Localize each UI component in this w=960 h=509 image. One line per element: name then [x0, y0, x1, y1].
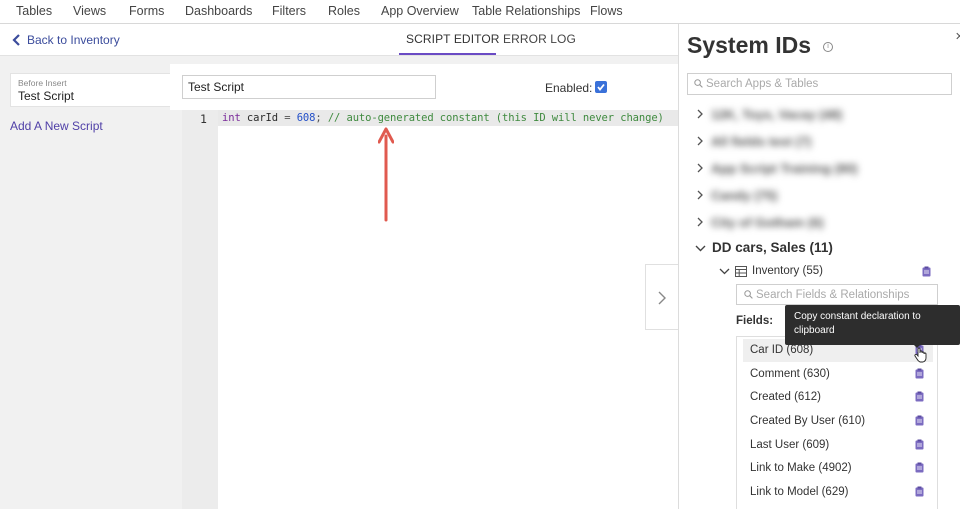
tab-error-log[interactable]: ERROR LOG	[503, 32, 576, 46]
clipboard-icon[interactable]	[915, 391, 924, 402]
hand-cursor-icon	[914, 347, 927, 363]
script-name-label: Test Script	[18, 89, 75, 103]
app-tree-item[interactable]: City of Gotham (6)	[695, 212, 824, 232]
search-icon	[694, 79, 703, 88]
panel-toggle-button[interactable]	[645, 264, 679, 330]
info-icon[interactable]: i	[823, 42, 833, 52]
script-name-input[interactable]	[182, 75, 436, 99]
table-name: Inventory (55)	[752, 265, 823, 277]
code-variable: carId	[240, 112, 279, 124]
code-comment: // auto-generated constant (this ID will…	[327, 112, 664, 124]
panel-title: System IDs	[687, 32, 812, 58]
editor-header: Back to Inventory SCRIPT EDITOR ERROR LO…	[0, 24, 678, 56]
top-nav: Tables Views Forms Dashboards Filters Ro…	[0, 0, 960, 24]
nav-roles[interactable]: Roles	[328, 4, 360, 18]
code-semicolon: ;	[315, 112, 328, 124]
app-name: App Script Training (80)	[711, 160, 858, 176]
caret-right-icon	[697, 190, 703, 200]
nav-tables[interactable]: Tables	[16, 4, 52, 18]
checkmark-icon	[597, 83, 605, 91]
field-row[interactable]: Last User (609)	[743, 434, 933, 457]
clipboard-icon[interactable]	[915, 415, 924, 426]
code-line: int carId = 608; // auto-generated const…	[222, 112, 664, 124]
script-list-item[interactable]: Before Insert Test Script	[10, 73, 170, 107]
app-tree-item[interactable]: Candy (75)	[695, 185, 777, 205]
clipboard-icon[interactable]	[915, 462, 924, 473]
clipboard-icon[interactable]	[915, 439, 924, 450]
back-link-label: Back to Inventory	[27, 33, 120, 47]
app-name: Candy (75)	[711, 187, 778, 203]
code-editor[interactable]: 1 int carId = 608; // auto-generated con…	[182, 110, 678, 509]
clipboard-icon[interactable]	[922, 266, 931, 277]
app-tree-item[interactable]: App Script Training (80)	[695, 158, 858, 178]
search-apps-input[interactable]: Search Apps & Tables	[687, 73, 952, 95]
code-operator: =	[278, 112, 297, 124]
field-row[interactable]: Link to Make (4902)	[743, 457, 933, 480]
nav-views[interactable]: Views	[73, 4, 106, 18]
caret-right-icon	[697, 136, 703, 146]
field-name: Last User (609)	[750, 439, 830, 451]
nav-dashboards[interactable]: Dashboards	[185, 4, 252, 18]
caret-right-icon	[697, 163, 703, 173]
field-row[interactable]: Created By User (610)	[743, 410, 933, 433]
chevron-left-icon	[12, 34, 20, 46]
back-link[interactable]: Back to Inventory	[12, 33, 120, 47]
add-script-link[interactable]: Add A New Script	[10, 119, 103, 133]
enabled-label: Enabled:	[545, 81, 593, 95]
app-tree-item-open[interactable]: DD cars, Sales (11)	[695, 240, 833, 255]
field-row[interactable]: Created (612)	[743, 386, 933, 409]
search-fields-placeholder: Search Fields & Relationships	[756, 289, 910, 301]
search-icon	[744, 290, 753, 299]
app-name-open: DD cars, Sales (11)	[712, 240, 833, 255]
app-tree-item[interactable]: All fields test (7)	[695, 131, 811, 151]
nav-filters[interactable]: Filters	[272, 4, 306, 18]
field-name: Created By User (610)	[750, 415, 866, 427]
caret-right-icon	[697, 217, 703, 227]
field-row[interactable]: Comment (630)	[743, 363, 933, 386]
field-name: Car ID (608)	[750, 344, 814, 356]
nav-flows[interactable]: Flows	[590, 4, 623, 18]
table-tree-item[interactable]: Inventory (55)	[719, 262, 935, 280]
close-icon[interactable]: ✕	[955, 30, 960, 43]
app-tree-item[interactable]: 12K, Toys, Vacay (48)	[695, 104, 842, 124]
nav-app-overview[interactable]: App Overview	[381, 4, 459, 18]
chevron-right-icon	[658, 291, 666, 305]
code-keyword: int	[222, 112, 241, 124]
fields-heading: Fields:	[736, 315, 774, 327]
line-gutter: 1	[182, 110, 218, 509]
line-number: 1	[200, 112, 207, 126]
caret-right-icon	[697, 109, 703, 119]
field-name: Created (612)	[750, 391, 821, 403]
system-ids-panel: System IDs i ✕ Search Apps & Tables 12K,…	[678, 24, 960, 509]
app-name: 12K, Toys, Vacay (48)	[711, 106, 843, 122]
annotation-arrow-icon	[378, 127, 394, 222]
table-icon	[735, 265, 747, 277]
caret-down-icon	[719, 268, 730, 275]
script-event-label: Before Insert	[18, 78, 67, 88]
clipboard-icon[interactable]	[915, 486, 924, 497]
caret-down-icon	[695, 245, 706, 251]
active-tab-indicator	[399, 53, 496, 55]
tooltip: Copy constant declaration to clipboard	[785, 305, 960, 345]
editor-toolbar: Enabled:	[170, 64, 678, 110]
field-name: Comment (630)	[750, 368, 830, 380]
editor-area: Enabled: 1 int carId = 608; // auto-gene…	[170, 56, 678, 509]
tab-script-editor[interactable]: SCRIPT EDITOR	[406, 32, 500, 46]
enabled-checkbox[interactable]	[595, 81, 607, 93]
app-name: City of Gotham (6)	[711, 214, 824, 230]
search-apps-placeholder: Search Apps & Tables	[706, 78, 819, 90]
nav-table-relationships[interactable]: Table Relationships	[472, 4, 580, 18]
nav-forms[interactable]: Forms	[129, 4, 164, 18]
code-number: 608	[296, 112, 316, 124]
field-row[interactable]: Link to Model (629)	[743, 481, 933, 504]
scripts-sidebar: Before Insert Test Script Add A New Scri…	[0, 56, 170, 509]
clipboard-icon[interactable]	[915, 368, 924, 379]
app-name: All fields test (7)	[711, 133, 812, 149]
search-fields-input[interactable]: Search Fields & Relationships	[736, 284, 938, 305]
field-name: Link to Model (629)	[750, 486, 849, 498]
field-name: Link to Make (4902)	[750, 462, 852, 474]
